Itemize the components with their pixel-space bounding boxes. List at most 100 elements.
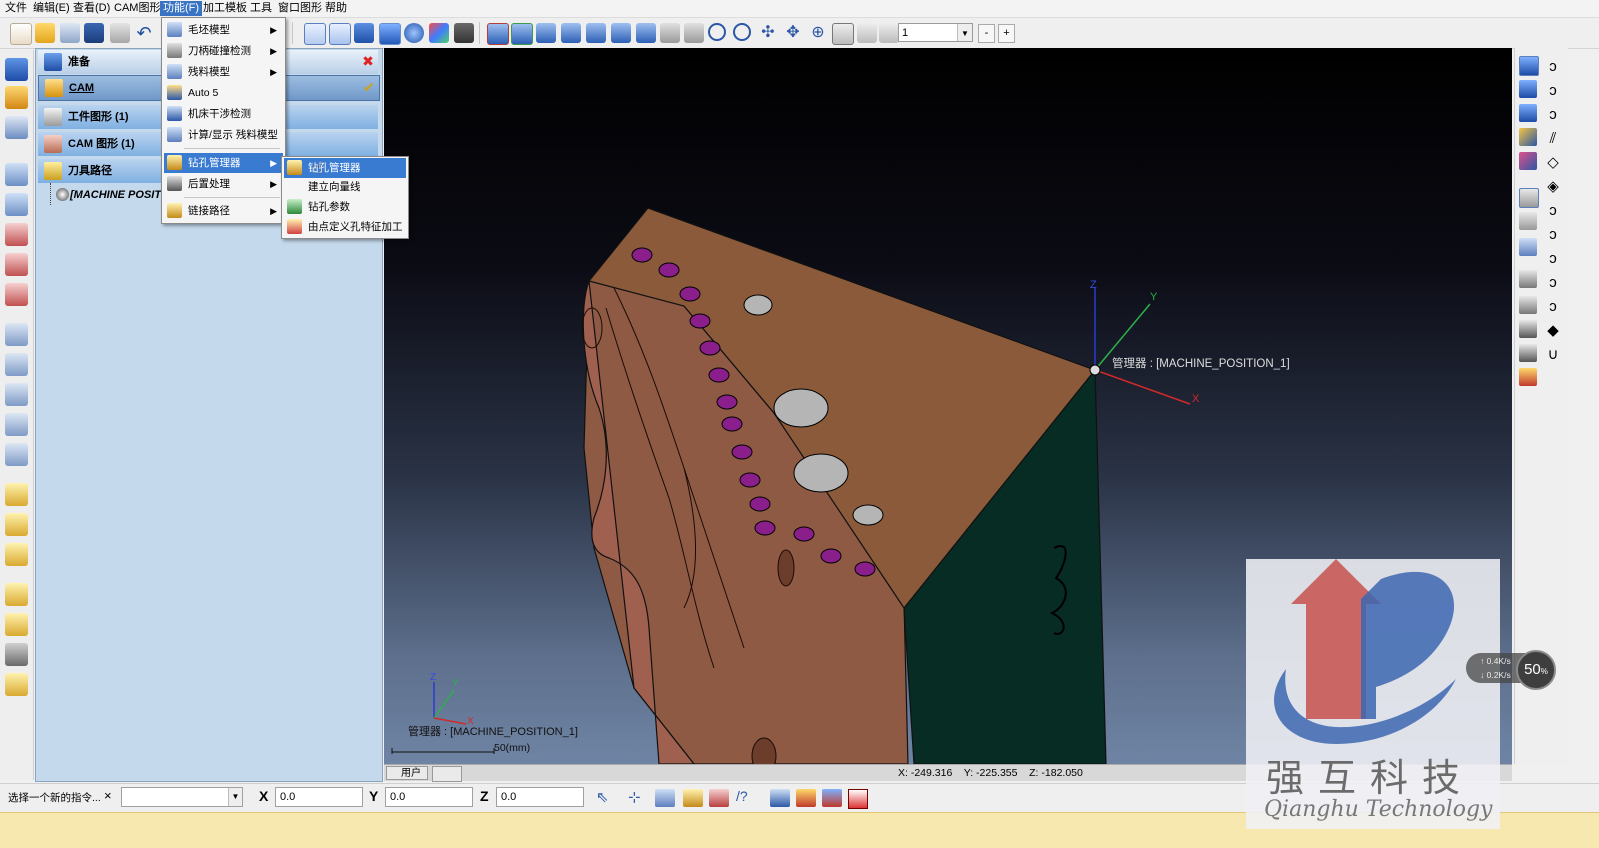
- layer-list-icon[interactable]: [660, 23, 680, 43]
- view-iso-wire-icon[interactable]: [304, 23, 326, 45]
- menu-help[interactable]: 帮助: [322, 1, 350, 16]
- solid-tool-icon[interactable]: ◆: [1544, 322, 1562, 340]
- loop-tool-icon[interactable]: ↄ: [1544, 226, 1562, 244]
- h-tool-icon[interactable]: [5, 353, 28, 376]
- report-icon[interactable]: [5, 673, 28, 696]
- chevron-down-icon[interactable]: ▼: [228, 788, 242, 806]
- cam-tool-icon[interactable]: [5, 86, 28, 109]
- layer-sheet-icon[interactable]: [684, 23, 704, 43]
- shaded-cube-icon[interactable]: [354, 23, 374, 43]
- command-close-button[interactable]: ×: [104, 788, 112, 803]
- roughing-icon[interactable]: [5, 193, 28, 216]
- save-as-icon[interactable]: [60, 23, 80, 43]
- iso-view-icon[interactable]: [1519, 188, 1539, 208]
- camera-icon[interactable]: [454, 23, 474, 43]
- submenu-item-create-vector[interactable]: 建立向量线: [284, 177, 406, 197]
- x-coordinate-input[interactable]: 0.0: [275, 787, 363, 807]
- material-view-icon[interactable]: [1519, 128, 1537, 146]
- loop-tool-icon[interactable]: ↄ: [1544, 274, 1562, 292]
- snap-icon[interactable]: [655, 789, 675, 807]
- bar-chart-icon[interactable]: [822, 789, 842, 807]
- m-tool-icon[interactable]: [5, 443, 28, 466]
- filter-tool-icon[interactable]: [879, 23, 899, 43]
- hatch-tool-icon[interactable]: ⫽: [1544, 130, 1562, 148]
- finishing-icon[interactable]: [5, 223, 28, 246]
- rotate-view-icon[interactable]: ✣: [758, 23, 778, 43]
- tool-holder-icon[interactable]: [1519, 270, 1537, 288]
- menu-item-post-process[interactable]: 后置处理 ▶: [164, 174, 283, 194]
- tab-view-icon[interactable]: [432, 766, 462, 782]
- s-tool-icon[interactable]: [5, 323, 28, 346]
- flat-tool-icon[interactable]: [1519, 296, 1537, 314]
- submenu-item-drill-manager[interactable]: 钻孔管理器: [284, 158, 406, 178]
- z-coordinate-input[interactable]: 0.0: [496, 787, 584, 807]
- snap-curve-icon[interactable]: [683, 789, 703, 807]
- drill-list-icon[interactable]: [5, 543, 28, 566]
- verify-icon[interactable]: [5, 613, 28, 636]
- simulate-icon[interactable]: [5, 583, 28, 606]
- menu-edit[interactable]: 编辑(E): [30, 1, 73, 16]
- menu-item-drill-manager[interactable]: 钻孔管理器 ▶: [164, 153, 283, 173]
- prepare-tool-icon[interactable]: [5, 58, 28, 81]
- shaded-view-icon[interactable]: [1519, 56, 1539, 76]
- contour-icon[interactable]: [5, 253, 28, 276]
- drill-bit-icon[interactable]: [1519, 344, 1537, 362]
- zoom-in-icon[interactable]: [733, 23, 751, 41]
- chart-icon[interactable]: [796, 789, 816, 807]
- drill-tool-icon[interactable]: [5, 483, 28, 506]
- a-tool-icon[interactable]: [5, 413, 28, 436]
- menu-item-calc-rest-model[interactable]: 计算/显示 残料模型: [164, 125, 283, 145]
- chevron-down-icon[interactable]: ▼: [957, 24, 972, 41]
- view-zx-icon[interactable]: [487, 23, 509, 45]
- measure-icon[interactable]: [1519, 212, 1537, 230]
- color-cube-icon[interactable]: [429, 23, 449, 43]
- loop-tool-icon[interactable]: ↄ: [1544, 202, 1562, 220]
- loop-tool-icon[interactable]: ↄ: [1544, 250, 1562, 268]
- command-input[interactable]: ▼: [121, 787, 243, 807]
- menu-cam-graphics[interactable]: CAM图形: [111, 1, 163, 16]
- layer-decrement-button[interactable]: -: [978, 24, 995, 43]
- menu-item-link-path[interactable]: 链接路径 ▶: [164, 201, 283, 221]
- section-view-icon[interactable]: [1519, 238, 1537, 256]
- select-tool-icon[interactable]: [5, 116, 28, 139]
- hidden-line-icon[interactable]: [1519, 104, 1537, 122]
- view-front-icon[interactable]: [561, 23, 581, 43]
- view-cube-icon[interactable]: [329, 23, 351, 45]
- menu-function[interactable]: 功能(F): [160, 1, 203, 16]
- menu-tools[interactable]: 工具: [247, 1, 275, 16]
- undo-icon[interactable]: ↶: [134, 23, 154, 43]
- render-sphere-icon[interactable]: [404, 23, 424, 43]
- select-box-icon[interactable]: [832, 23, 854, 45]
- spline-tool-icon[interactable]: ↄ: [1544, 82, 1562, 100]
- menu-machining-template[interactable]: 加工模板: [200, 1, 250, 16]
- post-process-tool-icon[interactable]: [5, 643, 28, 666]
- checkmark-icon[interactable]: ✔: [361, 79, 377, 95]
- shape-tool-icon[interactable]: ◇: [1544, 154, 1562, 172]
- tab-user[interactable]: 用户: [386, 766, 428, 780]
- view-side-icon[interactable]: [611, 23, 631, 43]
- color-view-icon[interactable]: [1519, 152, 1537, 170]
- surface-tool-icon[interactable]: ◈: [1544, 178, 1562, 196]
- shaded-edges-icon[interactable]: [379, 23, 401, 45]
- submenu-item-drill-params[interactable]: 钻孔参数: [284, 197, 406, 217]
- save-icon[interactable]: [84, 23, 104, 43]
- print-icon[interactable]: [110, 23, 130, 43]
- menu-item-stock-model[interactable]: 毛坯模型 ▶: [164, 20, 283, 40]
- menu-item-auto5[interactable]: Auto 5: [164, 83, 283, 103]
- wire-view-icon[interactable]: [1519, 80, 1537, 98]
- menu-item-rest-model[interactable]: 残料模型 ▶: [164, 62, 283, 82]
- drill-delete-icon[interactable]: [5, 513, 28, 536]
- usage-gauge[interactable]: 50%: [1516, 650, 1556, 690]
- zoom-window-icon[interactable]: [708, 23, 726, 41]
- view-zy-icon[interactable]: [536, 23, 556, 43]
- pan-view-icon[interactable]: ✥: [783, 23, 803, 43]
- open-folder-icon[interactable]: [35, 23, 55, 43]
- calendar-icon[interactable]: [848, 789, 868, 809]
- curve-tool-icon[interactable]: ↄ: [1544, 58, 1562, 76]
- menu-item-holder-collision[interactable]: 刀柄碰撞检测 ▶: [164, 41, 283, 61]
- menu-item-machine-interference[interactable]: 机床干涉检测: [164, 104, 283, 124]
- close-icon[interactable]: ✖: [360, 53, 376, 69]
- info-icon[interactable]: [770, 789, 790, 807]
- menu-window-graphics[interactable]: 窗口图形: [275, 1, 325, 16]
- help-query-icon[interactable]: /?: [736, 788, 756, 808]
